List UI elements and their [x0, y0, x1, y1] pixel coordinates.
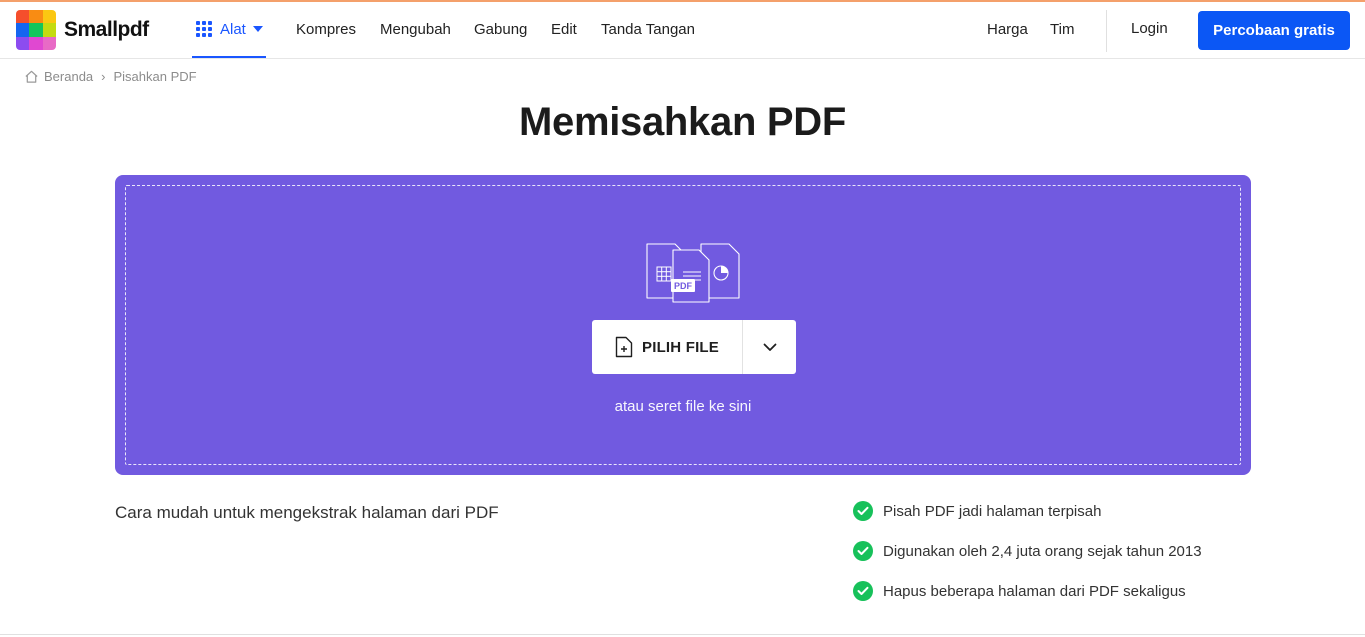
breadcrumb-home[interactable]: Beranda — [44, 69, 93, 84]
site-header: Smallpdf Alat Kompres Mengubah Gabung Ed… — [0, 2, 1365, 59]
feature-item: Pisah PDF jadi halaman terpisah — [853, 500, 1202, 522]
home-icon — [25, 70, 38, 83]
nav-link-mengubah[interactable]: Mengubah — [380, 21, 451, 38]
header-divider — [1106, 10, 1107, 52]
nav-link-team[interactable]: Tim — [1050, 21, 1074, 38]
section-divider — [0, 634, 1365, 635]
nav-link-edit[interactable]: Edit — [551, 21, 577, 38]
file-add-icon — [615, 336, 633, 358]
check-icon — [853, 581, 873, 601]
free-trial-button[interactable]: Percobaan gratis — [1198, 11, 1350, 50]
nav-link-gabung[interactable]: Gabung — [474, 21, 527, 38]
tools-menu-button[interactable]: Alat — [192, 2, 266, 58]
check-icon — [853, 501, 873, 521]
chevron-down-icon — [763, 343, 776, 351]
tools-menu-label: Alat — [220, 20, 246, 38]
nav-link-pricing[interactable]: Harga — [987, 21, 1028, 38]
tagline: Cara mudah untuk mengekstrak halaman dar… — [115, 503, 499, 522]
feature-text: Hapus beberapa halaman dari PDF sekaligu… — [883, 582, 1186, 600]
logo-grid-icon — [16, 10, 56, 50]
feature-list: Pisah PDF jadi halaman terpisah Digunaka… — [853, 500, 1202, 620]
feature-item: Digunakan oleh 2,4 juta orang sejak tahu… — [853, 540, 1202, 562]
documents-illustration-icon: PDF — [646, 243, 740, 303]
apps-grid-icon — [196, 21, 212, 37]
pdf-badge: PDF — [674, 281, 693, 291]
caret-down-icon — [252, 26, 263, 32]
logo-text: Smallpdf — [64, 18, 149, 41]
dropzone-dashed-border: PDF PILIH FILE atau seret file ke sini — [125, 185, 1241, 465]
check-icon — [853, 541, 873, 561]
feature-text: Pisah PDF jadi halaman terpisah — [883, 502, 1102, 520]
feature-text: Digunakan oleh 2,4 juta orang sejak tahu… — [883, 542, 1202, 560]
choose-file-button[interactable]: PILIH FILE — [592, 320, 742, 374]
choose-file-group: PILIH FILE — [592, 320, 796, 374]
breadcrumb-current: Pisahkan PDF — [113, 69, 197, 84]
login-link[interactable]: Login — [1131, 20, 1168, 37]
nav-link-tanda-tangan[interactable]: Tanda Tangan — [601, 21, 695, 38]
choose-file-label: PILIH FILE — [642, 338, 719, 356]
feature-item: Hapus beberapa halaman dari PDF sekaligu… — [853, 580, 1202, 602]
file-dropzone[interactable]: PDF PILIH FILE atau seret file ke sini — [115, 175, 1251, 475]
breadcrumb-separator: › — [101, 69, 106, 84]
logo[interactable]: Smallpdf — [16, 10, 149, 50]
nav-link-kompres[interactable]: Kompres — [296, 21, 356, 38]
drop-hint: atau seret file ke sini — [614, 398, 752, 415]
page-title: Memisahkan PDF — [518, 100, 846, 144]
breadcrumb: Beranda › Pisahkan PDF — [24, 69, 197, 84]
choose-source-dropdown[interactable] — [743, 320, 796, 374]
